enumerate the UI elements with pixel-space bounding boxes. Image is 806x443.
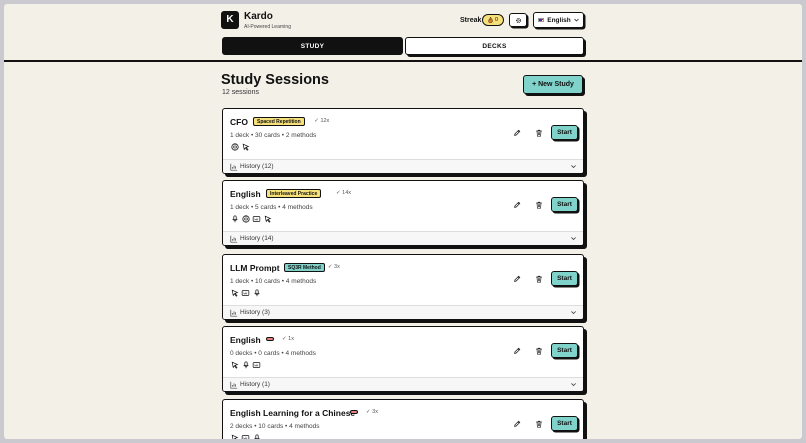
history-label: History (1) — [240, 381, 270, 388]
trash-icon[interactable] — [534, 128, 543, 137]
session-meta: 1 deck • 30 cards • 2 methods — [230, 132, 317, 139]
cursor-icon — [230, 433, 239, 439]
streak-count: 0 — [494, 17, 499, 23]
keyboard-icon — [252, 214, 261, 223]
start-button[interactable]: Start — [551, 271, 578, 286]
logo: K — [221, 11, 239, 29]
session-card: CFO Spaced Repetition ✓ 12x 1 deck • 30 … — [222, 108, 584, 174]
start-button[interactable]: Start — [551, 343, 578, 358]
session-meta: 2 decks • 10 cards • 4 methods — [230, 423, 320, 430]
method-icons — [230, 433, 261, 439]
session-meta: 0 decks • 0 cards • 4 methods — [230, 350, 316, 357]
history-toggle[interactable]: History (12) — [223, 159, 583, 173]
trash-icon[interactable] — [534, 346, 543, 355]
chart-icon — [230, 235, 238, 243]
history-toggle[interactable]: History (1) — [223, 377, 583, 391]
edit-icon[interactable] — [512, 274, 521, 283]
chevron-down-icon — [573, 18, 579, 22]
trash-icon[interactable] — [534, 419, 543, 428]
streak-label: Streak — [460, 17, 482, 24]
tab-decks[interactable]: DECKS — [405, 37, 584, 55]
session-title: CFO — [230, 117, 248, 127]
history-toggle[interactable]: History (3) — [223, 305, 583, 319]
language-select[interactable]: English — [533, 12, 584, 28]
app-frame: K Kardo AI-Powered Learning Streak 0 Eng… — [4, 4, 802, 439]
edit-icon[interactable] — [512, 419, 521, 428]
streak-badge[interactable]: 0 — [482, 14, 504, 26]
chevron-down-icon — [571, 165, 576, 169]
method-icons — [230, 288, 261, 297]
brand-name: Kardo — [244, 11, 273, 22]
edit-icon[interactable] — [512, 200, 521, 209]
history-label: History (3) — [240, 309, 270, 316]
completion-count: ✓ 14x — [336, 190, 352, 196]
mic-icon — [241, 360, 250, 369]
flame-icon — [488, 17, 493, 23]
brain-icon — [230, 142, 239, 151]
keyboard-icon — [252, 360, 261, 369]
completion-count: ✓ 3x — [327, 264, 340, 270]
completion-count: ✓ 3x — [366, 409, 378, 415]
history-toggle[interactable]: History (14) — [223, 231, 583, 245]
app-header: K Kardo AI-Powered Learning Streak 0 Eng… — [4, 4, 802, 62]
chevron-down-icon — [571, 311, 576, 315]
chart-icon — [230, 309, 238, 317]
session-card: English Learning for a Chinese ✓ 3x 2 de… — [222, 399, 584, 439]
tab-study[interactable]: STUDY — [222, 37, 403, 55]
session-title: English Learning for a Chinese — [230, 408, 356, 418]
session-card: English Interleaved Practice ✓ 14x 1 dec… — [222, 180, 584, 246]
session-title: English — [230, 189, 261, 199]
page-title: Study Sessions — [221, 72, 329, 88]
session-count: 12 sessions — [222, 89, 259, 96]
gear-icon — [515, 17, 521, 23]
session-title: LLM Prompt — [230, 263, 280, 273]
cursor-icon — [230, 360, 239, 369]
start-button[interactable]: Start — [551, 416, 578, 431]
completion-count: ✓ 12x — [314, 118, 330, 124]
brand-tagline: AI-Powered Learning — [244, 24, 291, 30]
method-badge — [266, 337, 274, 341]
chart-icon — [230, 163, 238, 171]
trash-icon[interactable] — [534, 200, 543, 209]
settings-button[interactable] — [509, 13, 527, 27]
mic-icon — [252, 433, 261, 439]
chevron-down-icon — [571, 383, 576, 387]
cursor-icon — [241, 142, 250, 151]
cursor-icon — [263, 214, 272, 223]
keyboard-icon — [241, 433, 250, 439]
method-badge: SQ3R Method — [284, 263, 325, 272]
history-label: History (14) — [240, 235, 274, 242]
trash-icon[interactable] — [534, 274, 543, 283]
completion-count: ✓ 1x — [282, 336, 294, 342]
session-card: LLM Prompt SQ3R Method ✓ 3x 1 deck • 10 … — [222, 254, 584, 320]
history-label: History (12) — [240, 163, 274, 170]
session-meta: 1 deck • 10 cards • 4 methods — [230, 278, 317, 285]
method-icons — [230, 214, 272, 223]
chart-icon — [230, 381, 238, 389]
session-card: English ✓ 1x 0 decks • 0 cards • 4 metho… — [222, 326, 584, 392]
language-label: English — [547, 16, 571, 24]
method-badge — [350, 410, 358, 414]
method-badge: Interleaved Practice — [266, 189, 322, 198]
brain-icon — [241, 214, 250, 223]
method-icons — [230, 360, 261, 369]
edit-icon[interactable] — [512, 346, 521, 355]
start-button[interactable]: Start — [551, 197, 578, 212]
chevron-down-icon — [571, 237, 576, 241]
flag-icon — [538, 18, 545, 22]
mic-icon — [252, 288, 261, 297]
cursor-icon — [230, 288, 239, 297]
method-badge: Spaced Repetition — [253, 117, 305, 126]
start-button[interactable]: Start — [551, 125, 578, 140]
new-study-button[interactable]: + New Study — [523, 75, 583, 94]
session-title: English — [230, 335, 261, 345]
session-meta: 1 deck • 5 cards • 4 methods — [230, 204, 313, 211]
keyboard-icon — [241, 288, 250, 297]
method-icons — [230, 142, 250, 151]
edit-icon[interactable] — [512, 128, 521, 137]
mic-icon — [230, 214, 239, 223]
